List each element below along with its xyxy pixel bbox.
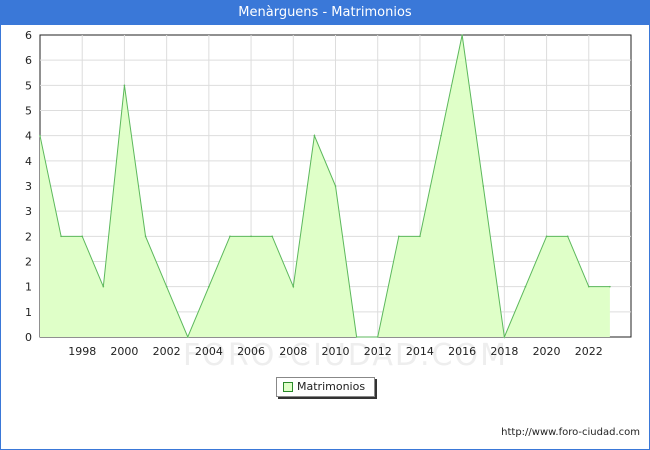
y-tick-label: 2 [25, 256, 32, 269]
x-axis-ticks: 1998 2000 2002 2004 2006 2008 2010 2012 2014 2016… [68, 345, 603, 358]
data-point [39, 134, 41, 137]
y-tick-label: 1 [25, 281, 32, 294]
data-point [355, 336, 358, 338]
y-tick-label: 1 [25, 306, 32, 319]
data-point [545, 235, 548, 238]
legend: Matrimonios [276, 377, 375, 397]
data-point [123, 84, 126, 87]
y-tick-label: 6 [25, 54, 32, 67]
data-point [144, 235, 147, 238]
data-point [292, 285, 295, 288]
data-point [609, 285, 611, 288]
data-point [250, 235, 252, 238]
x-tick-label: 2018 [490, 345, 518, 358]
legend-label: Matrimonios [297, 380, 366, 393]
data-point [440, 134, 442, 137]
y-tick-label: 0 [25, 331, 32, 344]
data-point [313, 134, 316, 137]
data-point [271, 235, 273, 238]
y-tick-label: 4 [25, 155, 32, 168]
data-point [208, 285, 210, 288]
y-tick-label: 6 [25, 29, 32, 42]
x-tick-label: 2008 [279, 345, 307, 358]
data-point [81, 235, 84, 238]
data-point [60, 235, 62, 238]
data-point [376, 336, 379, 338]
x-tick-label: 2002 [153, 345, 181, 358]
x-tick-label: 2016 [448, 345, 476, 358]
x-tick-label: 2010 [322, 345, 350, 358]
y-tick-label: 4 [25, 130, 32, 143]
y-tick-label: 3 [25, 205, 32, 218]
data-point [165, 285, 168, 288]
legend-swatch [283, 382, 293, 392]
x-tick-label: 2006 [237, 345, 265, 358]
data-point [102, 285, 105, 288]
y-tick-label: 3 [25, 180, 32, 193]
data-point [229, 235, 231, 238]
data-point [334, 185, 337, 187]
x-tick-label: 2022 [575, 345, 603, 358]
y-axis-ticks: 0 1 1 2 2 3 3 4 4 5 5 6 6 [25, 29, 32, 344]
y-tick-label: 5 [25, 79, 32, 92]
data-point [419, 235, 421, 238]
x-tick-label: 2014 [406, 345, 434, 358]
y-tick-label: 5 [25, 105, 32, 118]
data-point [398, 235, 400, 238]
data-point [524, 285, 527, 288]
y-tick-label: 2 [25, 230, 32, 243]
data-point [482, 185, 485, 187]
data-point [566, 235, 569, 238]
x-tick-label: 2000 [110, 345, 138, 358]
x-tick-label: 2012 [364, 345, 392, 358]
data-point [503, 336, 506, 338]
x-tick-label: 2004 [195, 345, 223, 358]
data-point [186, 336, 189, 338]
source-link[interactable]: http://www.foro-ciudad.com [501, 427, 640, 438]
data-point [587, 285, 590, 288]
data-point [461, 34, 463, 36]
x-tick-label: 1998 [68, 345, 96, 358]
x-tick-label: 2020 [533, 345, 561, 358]
